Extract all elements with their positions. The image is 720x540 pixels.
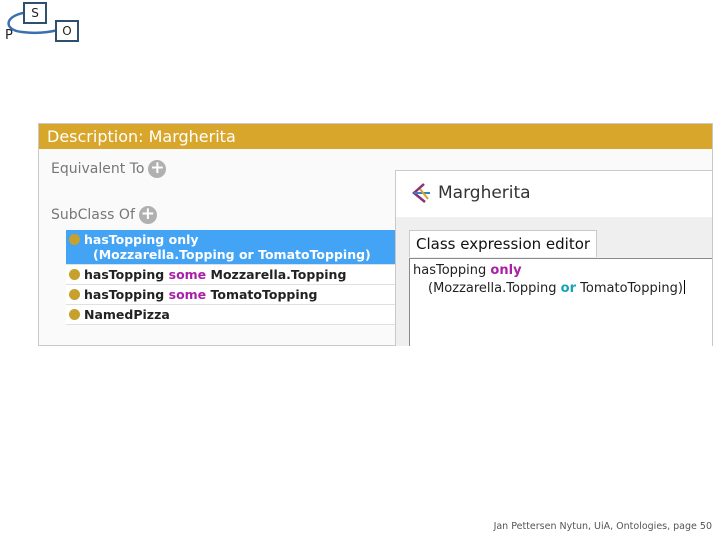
description-header: Description: Margherita <box>39 124 712 149</box>
class-dot-icon <box>69 234 80 245</box>
class-dot-icon <box>69 269 80 280</box>
list-item[interactable]: NamedPizza <box>66 305 396 325</box>
slide-footer: Jan Pettersen Nytun, UiA, Ontologies, pa… <box>493 521 712 532</box>
subject-box: S <box>23 2 47 24</box>
editor-class-name: Margherita <box>438 183 531 203</box>
list-item[interactable]: hasTopping some TomatoTopping <box>66 285 396 305</box>
equivalent-to-section: Equivalent To + <box>51 160 167 178</box>
text-caret <box>683 280 685 294</box>
add-equivalent-icon[interactable]: + <box>148 160 167 178</box>
subclass-list: hasTopping only (Mozzarella.Topping or T… <box>66 230 396 325</box>
object-box: O <box>55 20 79 42</box>
class-dot-icon <box>69 289 80 300</box>
class-dot-icon <box>69 309 80 320</box>
subclass-of-section: SubClass Of + <box>51 206 157 224</box>
tab-class-expression-editor[interactable]: Class expression editor <box>409 230 598 257</box>
subclass-of-label: SubClass Of <box>51 207 135 223</box>
spo-logo: S O P <box>0 0 90 45</box>
class-expression-editor-window: Margherita Class expression editor hasTo… <box>395 170 712 346</box>
list-item[interactable]: hasTopping some Mozzarella.Topping <box>66 265 396 285</box>
equivalent-to-label: Equivalent To <box>51 161 145 177</box>
add-subclass-icon[interactable]: + <box>138 206 157 224</box>
class-expression-input[interactable]: hasTopping only (Mozzarella.Topping or T… <box>409 258 712 346</box>
predicate-label: P <box>5 28 13 43</box>
protege-logo-icon <box>412 183 430 203</box>
list-item[interactable]: hasTopping only (Mozzarella.Topping or T… <box>66 230 396 265</box>
